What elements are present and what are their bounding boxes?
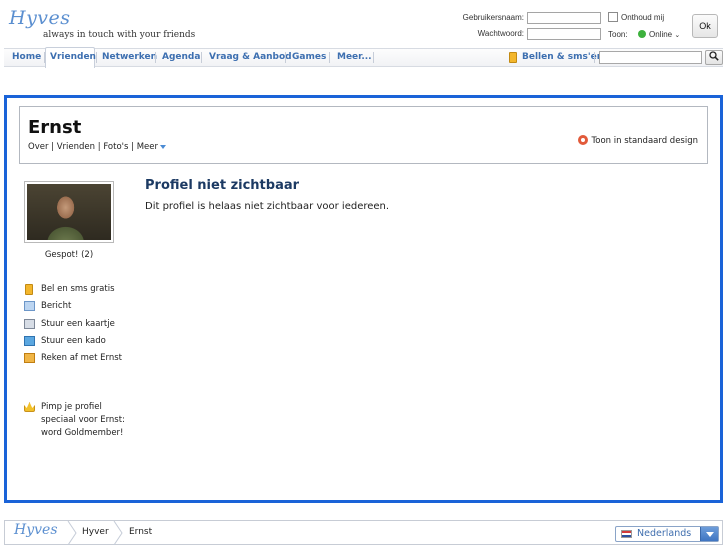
- nav-netwerken[interactable]: Netwerken: [102, 49, 157, 66]
- nav-divider: [373, 52, 374, 63]
- breadcrumb-ernst[interactable]: Ernst: [129, 527, 152, 537]
- standard-design-label: Toon in standaard design: [591, 136, 699, 146]
- online-status-select[interactable]: Online ⌄: [638, 30, 680, 39]
- profile-link-fotos[interactable]: Foto's: [103, 142, 128, 152]
- triangle-down-icon: [160, 145, 166, 149]
- profile-link-meer[interactable]: Meer: [137, 142, 166, 152]
- dropdown-arrow-icon: [700, 527, 718, 541]
- card-icon: [24, 319, 35, 329]
- nav-divider: [285, 52, 286, 63]
- remember-checkbox[interactable]: [608, 12, 618, 22]
- standard-design-link[interactable]: Toon in standaard design: [577, 135, 699, 146]
- online-status-label: Online: [649, 30, 673, 39]
- phone-icon: [25, 284, 33, 295]
- login-ok-button[interactable]: Ok: [692, 14, 718, 38]
- profile-link-vrienden[interactable]: Vrienden: [57, 142, 95, 152]
- profile-frame: Ernst Over | Vrienden | Foto's | Meer To…: [4, 95, 723, 503]
- nav-divider: [155, 52, 156, 63]
- nav-meer[interactable]: Meer...: [337, 49, 372, 66]
- nav-vrienden[interactable]: Vrienden: [50, 49, 96, 66]
- username-input[interactable]: [527, 12, 601, 24]
- phone-icon: [509, 52, 517, 63]
- action-label: Pimp je profiel speciaal voor Ernst: wor…: [41, 402, 125, 438]
- action-label: Bericht: [41, 301, 72, 311]
- content-title: Profiel niet zichtbaar: [145, 178, 300, 193]
- show-label: Toon:: [608, 30, 628, 39]
- nav-vraag-aanbod[interactable]: Vraag & Aanbod: [209, 49, 292, 66]
- profile-link-over[interactable]: Over: [28, 142, 48, 152]
- logo-wordmark: Hyves: [9, 7, 71, 29]
- top-header: Hyves always in touch with your friends …: [0, 0, 727, 70]
- search-button[interactable]: [705, 50, 723, 65]
- nav-bellen-smsen[interactable]: Bellen & sms'en: [522, 49, 603, 66]
- crown-icon: [24, 402, 35, 412]
- nav-divider: [96, 52, 97, 63]
- password-label: Wachtwoord:: [477, 29, 524, 38]
- profile-name: Ernst: [28, 117, 82, 138]
- search-input[interactable]: [599, 51, 702, 64]
- password-input[interactable]: [527, 28, 601, 40]
- nav-divider: [594, 52, 595, 63]
- calculator-icon: [24, 353, 35, 363]
- nav-agenda[interactable]: Agenda: [162, 49, 200, 66]
- action-label: Stuur een kaartje: [41, 319, 115, 329]
- action-label: Reken af met Ernst: [41, 353, 123, 363]
- nav-divider: [44, 52, 45, 63]
- breadcrumb-hyver[interactable]: Hyver: [82, 527, 109, 537]
- content-text: Dit profiel is helaas niet zichtbaar voo…: [145, 201, 390, 212]
- nav-games[interactable]: Games: [292, 49, 326, 66]
- language-select[interactable]: Nederlands: [615, 526, 719, 542]
- footer-logo[interactable]: Hyves: [14, 522, 58, 538]
- gift-icon: [24, 336, 35, 346]
- profile-photo[interactable]: [24, 181, 114, 243]
- profile-header-box: Ernst Over | Vrienden | Foto's | Meer To…: [19, 106, 708, 164]
- language-label: Nederlands: [637, 528, 692, 539]
- search-icon: [709, 51, 719, 61]
- main-nav: Home Vrienden Netwerken Agenda Vraag & A…: [4, 47, 723, 68]
- online-status-icon: [638, 30, 646, 38]
- remember-label: Onthoud mij: [621, 13, 665, 22]
- nav-divider: [201, 52, 202, 63]
- gespot-link[interactable]: Gespot! (2): [24, 250, 114, 260]
- breadcrumb-chevron-icon: [113, 521, 123, 545]
- hyves-logo[interactable]: Hyves always in touch with your friends: [9, 9, 209, 43]
- username-label: Gebruikersnaam:: [462, 13, 524, 22]
- profile-link-meer-label: Meer: [136, 142, 158, 152]
- breadcrumb-chevron-icon: [67, 521, 77, 545]
- action-label: Stuur een kado: [41, 336, 106, 346]
- avatar-image: [27, 184, 111, 240]
- dutch-flag-icon: [621, 530, 632, 538]
- nav-home[interactable]: Home: [12, 49, 41, 66]
- chevron-down-icon: ⌄: [674, 32, 681, 39]
- envelope-icon: [24, 301, 35, 311]
- logo-tagline: always in touch with your friends: [43, 30, 196, 40]
- profile-links: Over | Vrienden | Foto's | Meer: [28, 142, 166, 152]
- lifebuoy-icon: [577, 135, 588, 145]
- footer-breadcrumb: Hyves Hyver Ernst Nederlands: [4, 520, 723, 545]
- action-label: Bel en sms gratis: [41, 284, 115, 294]
- nav-divider: [329, 52, 330, 63]
